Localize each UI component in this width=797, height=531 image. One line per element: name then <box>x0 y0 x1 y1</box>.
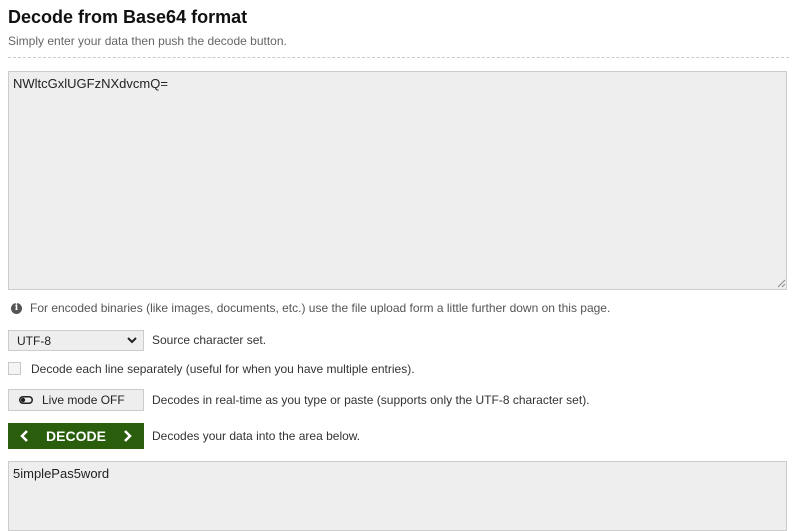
file-upload-note: i For encoded binaries (like images, doc… <box>11 300 610 316</box>
charset-label: Source character set. <box>152 333 267 347</box>
charset-selected-value: UTF-8 <box>17 333 51 348</box>
live-mode-description: Decodes in real-time as you type or past… <box>152 393 590 407</box>
decode-description: Decodes your data into the area below. <box>152 429 361 443</box>
info-icon: i <box>11 302 22 314</box>
chevron-left-icon <box>20 430 28 442</box>
charset-select[interactable]: UTF-8 <box>8 330 144 351</box>
page-subtitle: Simply enter your data then push the dec… <box>8 34 287 48</box>
live-mode-button[interactable]: Live mode OFF <box>8 389 144 411</box>
page-title: Decode from Base64 format <box>8 7 248 27</box>
chevron-right-icon <box>124 430 132 442</box>
file-upload-note-text: For encoded binaries (like images, docum… <box>30 301 611 315</box>
output-textarea[interactable]: 5implePas5word <box>8 461 787 531</box>
chevron-down-icon <box>127 337 137 344</box>
decode-button-label: DECODE <box>46 428 106 444</box>
header-divider <box>8 57 789 58</box>
input-textarea[interactable]: NWltcGxlUGFzNXdvcmQ= <box>8 71 787 290</box>
separate-lines-checkbox[interactable] <box>8 362 21 375</box>
toggle-off-icon <box>19 396 33 404</box>
live-mode-button-label: Live mode OFF <box>42 393 125 407</box>
separate-lines-label[interactable]: Decode each line separately (useful for … <box>31 362 415 377</box>
decode-button[interactable]: DECODE <box>8 423 144 449</box>
